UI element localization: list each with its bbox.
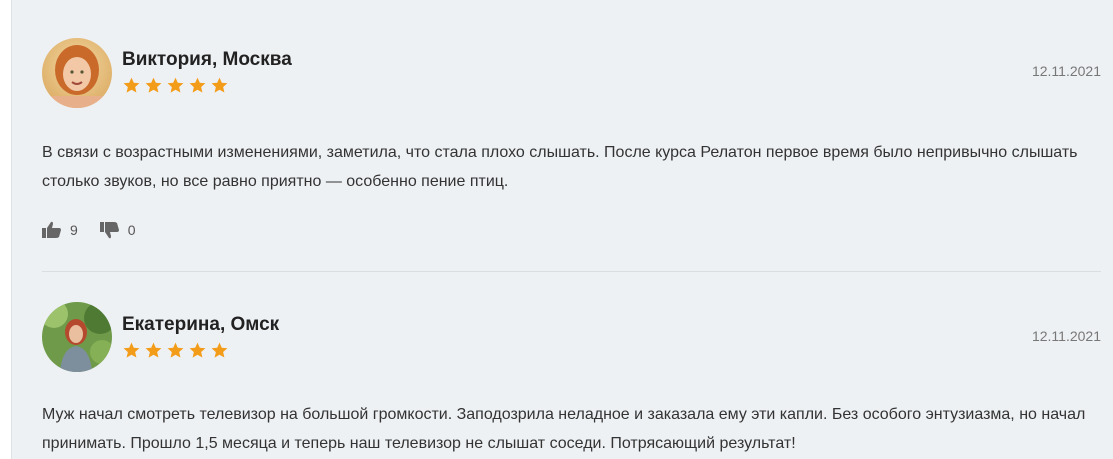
star-icon — [167, 342, 184, 358]
star-icon — [167, 77, 184, 93]
star-icon — [189, 342, 206, 358]
star-icon — [211, 342, 228, 358]
review-card: Виктория, Москва 12.11.2021 В связи с во… — [42, 0, 1101, 272]
star-icon — [123, 342, 140, 358]
review-card: Екатерина, Омск 12.11.2021 Муж начал смо… — [42, 265, 1101, 459]
review-date: 12.11.2021 — [1031, 328, 1101, 344]
review-text: В связи с возрастными изменениями, замет… — [42, 144, 1078, 190]
star-icon — [145, 77, 162, 93]
avatar — [42, 302, 112, 372]
like-count: 9 — [70, 222, 78, 238]
dislike-count: 0 — [127, 222, 136, 238]
dislike-button[interactable]: 0 — [99, 221, 136, 239]
rating-stars — [122, 341, 229, 360]
thumbs-down-icon — [99, 222, 119, 239]
vote-bar: 9 0 — [42, 221, 158, 239]
rating-stars — [122, 76, 229, 95]
review-date: 12.11.2021 — [1031, 63, 1101, 79]
like-button[interactable]: 9 — [42, 221, 78, 239]
avatar — [42, 38, 112, 108]
star-icon — [189, 77, 206, 93]
star-icon — [123, 77, 140, 93]
review-text: Муж начал смотреть телевизор на большой … — [42, 406, 1086, 452]
star-icon — [211, 77, 228, 93]
review-author: Екатерина, Омск — [122, 314, 280, 335]
thumbs-up-icon — [42, 221, 61, 238]
star-icon — [145, 342, 162, 358]
review-author: Виктория, Москва — [122, 49, 292, 70]
reviews-panel: Виктория, Москва 12.11.2021 В связи с во… — [11, 0, 1113, 459]
